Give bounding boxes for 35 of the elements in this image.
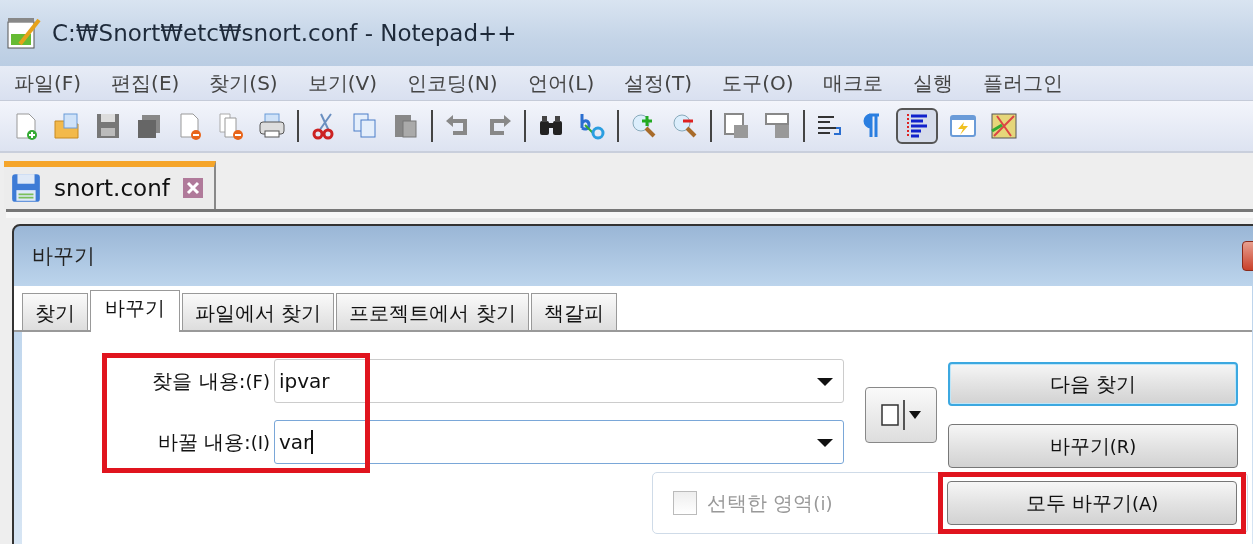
menu-item[interactable]: 언어(L) <box>513 69 611 97</box>
input-field[interactable]: ipvar <box>274 359 844 403</box>
field-label: 찾을 내용:(F) <box>151 367 271 395</box>
file-tab[interactable]: snort.conf <box>4 161 216 209</box>
menu-item[interactable]: 실행 <box>899 69 970 97</box>
replace-button[interactable]: 바꾸기(R) <box>948 424 1238 468</box>
menu-item[interactable]: 도구(O) <box>708 69 810 97</box>
menu-item[interactable]: 설정(T) <box>610 69 709 97</box>
field-label: 바꿀 내용:(I) <box>156 428 271 456</box>
open-folder-icon <box>52 111 82 141</box>
menu-item[interactable]: 플러그인 <box>969 69 1080 97</box>
menu-item[interactable]: 파일(F) <box>0 69 98 97</box>
tab[interactable]: 바꾸기 <box>90 290 180 332</box>
menu-item[interactable]: 매크로 <box>809 69 900 97</box>
direction-button[interactable] <box>865 387 937 443</box>
dialog-title: 바꾸기 <box>32 243 95 270</box>
tab[interactable]: 찾기 <box>22 293 88 330</box>
menu-item[interactable]: 편집(E) <box>97 69 196 97</box>
map-icon <box>989 111 1019 141</box>
notepad-icon <box>6 16 42 50</box>
tab[interactable]: 프로젝트에서 찾기 <box>336 293 529 330</box>
tab[interactable]: 파일에서 찾기 <box>182 293 335 330</box>
window-title: C:₩Snort₩etc₩snort.conf - Notepad++ <box>52 20 517 46</box>
in-selection-checkbox: 선택한 영역(i) <box>673 489 833 517</box>
menu-item[interactable]: 보기(V) <box>293 69 393 97</box>
close-all-icon <box>216 111 246 141</box>
tab[interactable]: 책갈피 <box>530 293 617 330</box>
input-field[interactable]: var <box>274 420 844 464</box>
replace-all-button[interactable]: 모두 바꾸기(A) <box>947 481 1237 525</box>
menu-item[interactable]: 인코딩(N) <box>392 69 514 97</box>
find-next-button[interactable]: 다음 찾기 <box>948 362 1238 406</box>
toolbar-button[interactable] <box>896 108 938 144</box>
menu-item[interactable]: 찾기(S) <box>195 69 294 97</box>
close-icon[interactable] <box>181 177 204 199</box>
printer-icon <box>257 111 287 141</box>
